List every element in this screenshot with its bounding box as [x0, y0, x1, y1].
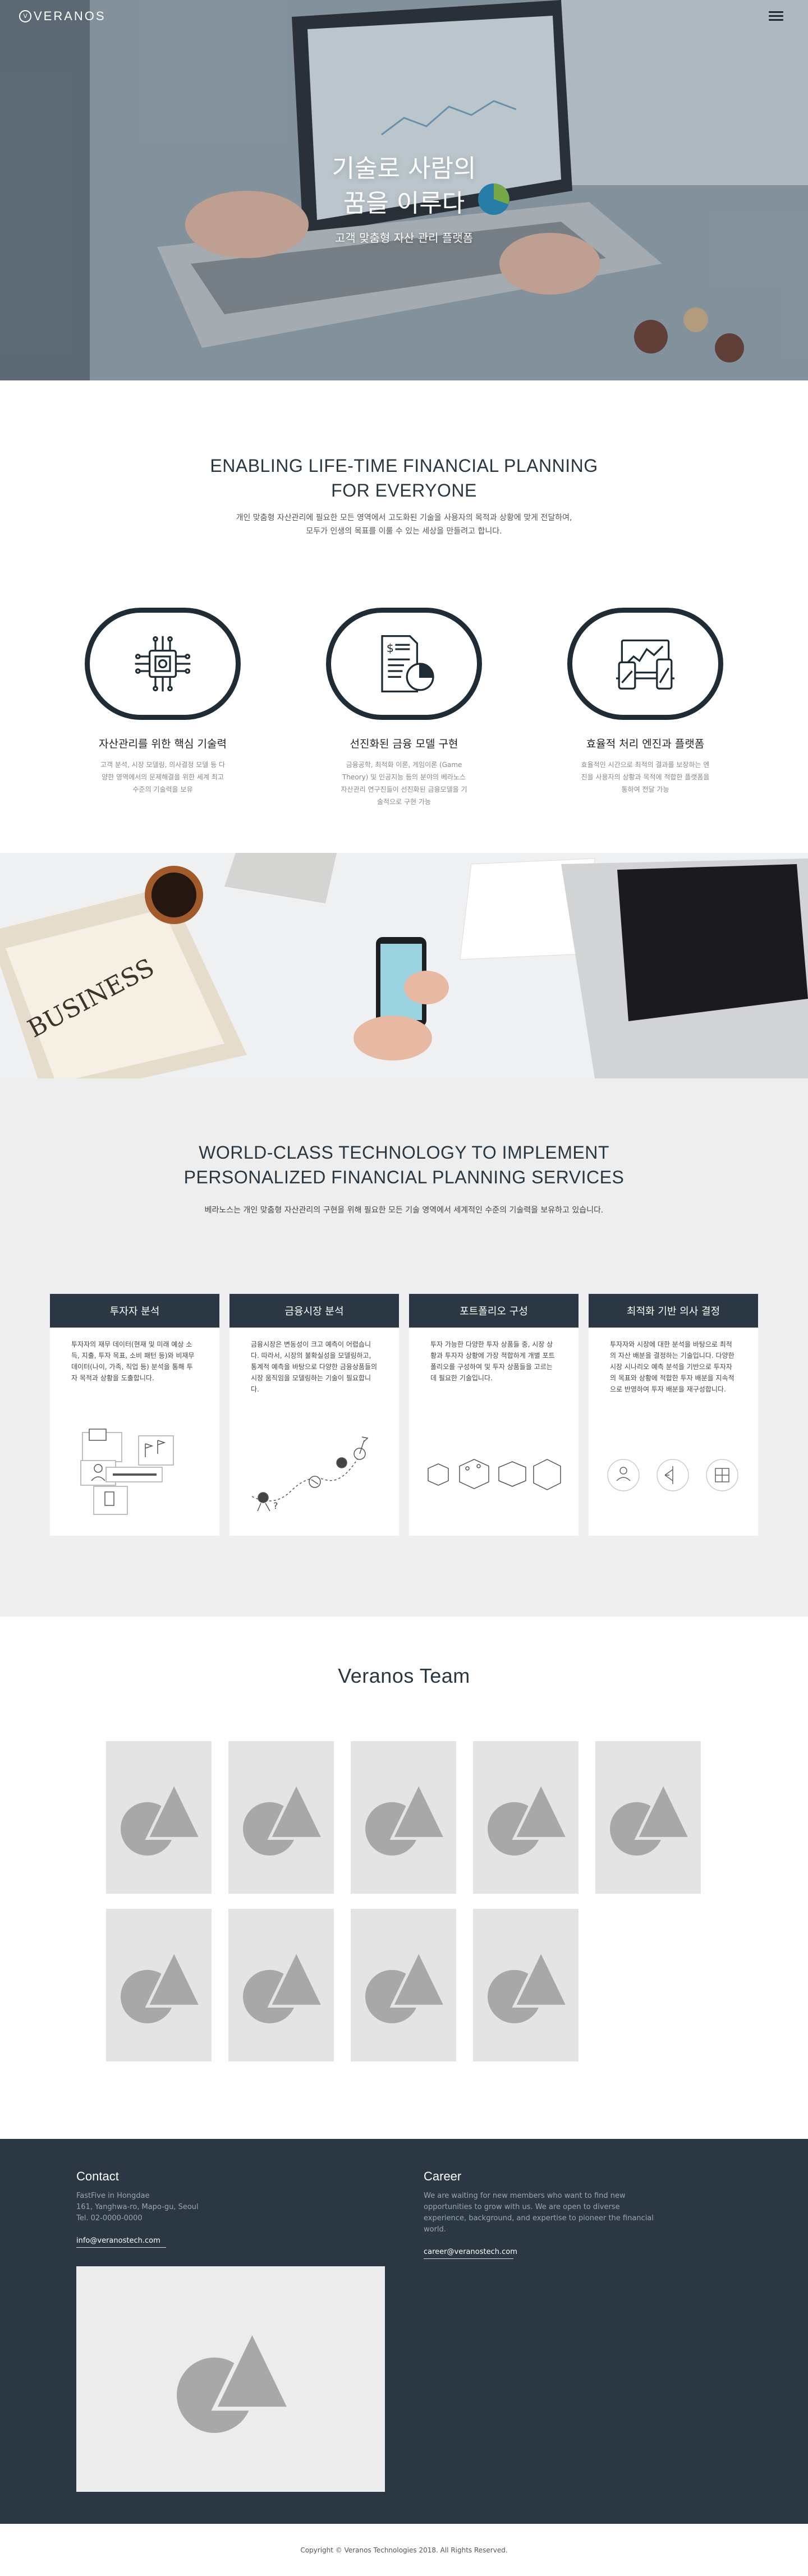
- feature-description: 효율적인 시간으로 최적의 결과를 보장하는 엔진을 사용자의 상황과 목적에 …: [581, 761, 710, 793]
- svg-text:$: $: [387, 641, 394, 655]
- contact-email-link[interactable]: info@veranostech.com: [76, 2237, 245, 2248]
- team-section: Veranos Team: [0, 1617, 808, 2139]
- team-member-photo[interactable]: [228, 1909, 334, 2061]
- contact-title: Contact: [76, 2169, 119, 2183]
- tech-card: 최적화 기반 의사 결정 투자자와 시장에 대한 분석을 바탕으로 최적의 자산…: [589, 1294, 758, 1536]
- contact-footer: Contact FastFive in Hongdae 161, Yanghwa…: [0, 2139, 808, 2524]
- document-chart-icon: $: [381, 635, 434, 693]
- career-description: We are waiting for new members who want …: [424, 2192, 654, 2234]
- technology-cards: 투자자 분석 투자자의 재무 데이터(현재 및 미래 예상 소득, 지출, 투자…: [50, 1294, 758, 1536]
- team-member-photo[interactable]: [351, 1741, 456, 1894]
- image-placeholder-icon: [610, 1779, 692, 1856]
- team-member-photo[interactable]: [473, 1741, 579, 1894]
- team-member-photo[interactable]: [106, 1741, 212, 1894]
- team-member-photo[interactable]: [228, 1741, 334, 1894]
- technology-title-line1: WORLD-CLASS TECHNOLOGY TO IMPLEMENT: [199, 1142, 609, 1163]
- planning-title-line2: FOR EVERYONE: [331, 480, 477, 500]
- career-column: Career We are waiting for new members wh…: [424, 2169, 659, 2259]
- feature-badge: [567, 608, 723, 720]
- investor-analysis-icon: [80, 1429, 174, 1515]
- desk-banner-image: BUSINESS: [0, 853, 808, 1078]
- technology-title-line2: PERSONALIZED FINANCIAL PLANNING SERVICES: [183, 1167, 625, 1187]
- hamburger-menu-icon[interactable]: [769, 11, 783, 22]
- tech-card: 포트폴리오 구성 투자 가능한 다양한 투자 상품들 중, 시장 상황과 투자자…: [409, 1294, 579, 1536]
- image-placeholder-icon: [121, 1947, 203, 2023]
- planning-title-line1: ENABLING LIFE-TIME FINANCIAL PLANNING: [210, 456, 598, 476]
- logo-mark: V: [19, 10, 31, 22]
- planning-desc-line1: 개인 맞춤형 자산관리에 필요한 모든 영역에서 고도화된 기술을 사용자의 목…: [236, 513, 572, 522]
- planning-section: ENABLING LIFE-TIME FINANCIAL PLANNING FO…: [0, 380, 808, 853]
- technology-title: WORLD-CLASS TECHNOLOGY TO IMPLEMENT PERS…: [0, 1140, 808, 1190]
- svg-text:?: ?: [273, 1500, 278, 1511]
- tech-card-title: 투자자 분석: [50, 1294, 219, 1328]
- contact-tel: Tel. 02-0000-0000: [76, 2214, 143, 2223]
- contact-column: Contact FastFive in Hongdae 161, Yanghwa…: [76, 2169, 245, 2248]
- feature-title: 자산관리를 위한 핵심 기술력: [99, 738, 227, 750]
- feature-item: 자산관리를 위한 핵심 기술력 고객 분석, 시장 모델링, 의사결정 모델 등…: [67, 608, 258, 796]
- team-member-photo[interactable]: [595, 1741, 701, 1894]
- planning-description: 개인 맞춤형 자산관리에 필요한 모든 영역에서 고도화된 기술을 사용자의 목…: [0, 511, 808, 538]
- image-placeholder-icon: [177, 2326, 293, 2433]
- image-placeholder-icon: [121, 1779, 203, 1856]
- team-title: Veranos Team: [338, 1664, 470, 1687]
- feature-badge: $: [326, 608, 482, 720]
- brand-logo[interactable]: V VERANOS: [19, 9, 106, 24]
- technology-description: 베라노스는 개인 맞춤형 자산관리의 구현을 위해 필요한 모든 기술 영역에서…: [204, 1206, 604, 1215]
- chip-icon: [135, 636, 191, 692]
- feature-title: 선진화된 금융 모델 구현: [350, 738, 458, 750]
- image-placeholder-icon: [243, 1779, 325, 1856]
- tech-card-description: 투자자의 재무 데이터(현재 및 미래 예상 소득, 지출, 투자 목표, 소비…: [71, 1340, 195, 1382]
- image-placeholder-icon: [488, 1779, 570, 1856]
- tech-card-title: 금융시장 분석: [229, 1294, 399, 1328]
- contact-address-line1: FastFive in Hongdae: [76, 2192, 150, 2200]
- tech-card-description: 금융시장은 변동성이 크고 예측이 어렵습니다. 따라서, 시장의 불확실성을 …: [251, 1340, 378, 1393]
- hero-title: 기술로 사람의 꿈을 이루다: [0, 151, 808, 221]
- optimization-decision-icon: [607, 1459, 738, 1491]
- hero-section: V VERANOS 기술로 사람의 꿈을 이루다 고객 맞춤형 자산 관리 플랫…: [0, 0, 808, 380]
- image-placeholder-icon: [243, 1947, 325, 2023]
- market-analysis-icon: ?: [251, 1436, 369, 1512]
- feature-description: 고객 분석, 시장 모델링, 의사결정 모델 등 다양한 영역에서의 문제해결을…: [100, 761, 225, 793]
- career-title: Career: [424, 2169, 462, 2183]
- portfolio-blocks-icon: [428, 1459, 561, 1490]
- career-email-link[interactable]: career@veranostech.com: [424, 2248, 659, 2259]
- feature-description: 금융공학, 최적화 이론, 게임이론 (Game Theory) 및 인공지능 …: [341, 761, 467, 806]
- feature-badge: [85, 608, 241, 720]
- feature-item: $ 선진화된 금융 모델 구현 금융공학, 최적화 이론, 게임이론 (Game…: [309, 608, 499, 808]
- image-placeholder-icon: [488, 1947, 570, 2023]
- logo-text: VERANOS: [34, 9, 106, 23]
- planning-desc-line2: 모두가 인생의 목표를 이룰 수 있는 세상을 만들려고 합니다.: [306, 527, 502, 536]
- copyright: Copyright © Veranos Technologies 2018. A…: [0, 2524, 808, 2576]
- tech-card-title: 최적화 기반 의사 결정: [589, 1294, 758, 1328]
- planning-title: ENABLING LIFE-TIME FINANCIAL PLANNING FO…: [0, 453, 808, 503]
- image-placeholder-icon: [365, 1779, 448, 1856]
- hero-title-line1: 기술로 사람의: [332, 154, 476, 183]
- tech-card: 금융시장 분석 금융시장은 변동성이 크고 예측이 어렵습니다. 따라서, 시장…: [229, 1294, 399, 1536]
- tech-card-title: 포트폴리오 구성: [409, 1294, 579, 1328]
- feature-title: 효율적 처리 엔진과 플랫폼: [586, 738, 705, 750]
- image-placeholder-icon: [365, 1947, 448, 2023]
- technology-section: WORLD-CLASS TECHNOLOGY TO IMPLEMENT PERS…: [0, 1078, 808, 1617]
- hero-subtitle: 고객 맞춤형 자산 관리 플랫폼: [334, 231, 474, 245]
- team-member-photo[interactable]: [351, 1909, 456, 2061]
- hero-title-line2: 꿈을 이루다: [343, 189, 465, 218]
- top-navigation: V VERANOS: [0, 0, 808, 36]
- team-member-photo[interactable]: [473, 1909, 579, 2061]
- location-map[interactable]: [76, 2266, 385, 2492]
- tech-card: 투자자 분석 투자자의 재무 데이터(현재 및 미래 예상 소득, 지출, 투자…: [50, 1294, 219, 1536]
- contact-address-line2: 161, Yanghwa-ro, Mapo-gu, Seoul: [76, 2203, 199, 2211]
- tech-card-description: 투자 가능한 다양한 투자 상품들 중, 시장 상황과 투자자 상황에 가장 적…: [430, 1340, 555, 1382]
- feature-item: 효율적 처리 엔진과 플랫폼 효율적인 시간으로 최적의 결과를 보장하는 엔진…: [550, 608, 741, 796]
- team-member-photo[interactable]: [106, 1909, 212, 2061]
- tech-card-description: 투자자와 시장에 대한 분석을 바탕으로 최적의 자산 배분을 결정하는 기술입…: [610, 1340, 734, 1393]
- devices-icon: [616, 639, 674, 690]
- desk-photo: BUSINESS: [0, 853, 808, 1078]
